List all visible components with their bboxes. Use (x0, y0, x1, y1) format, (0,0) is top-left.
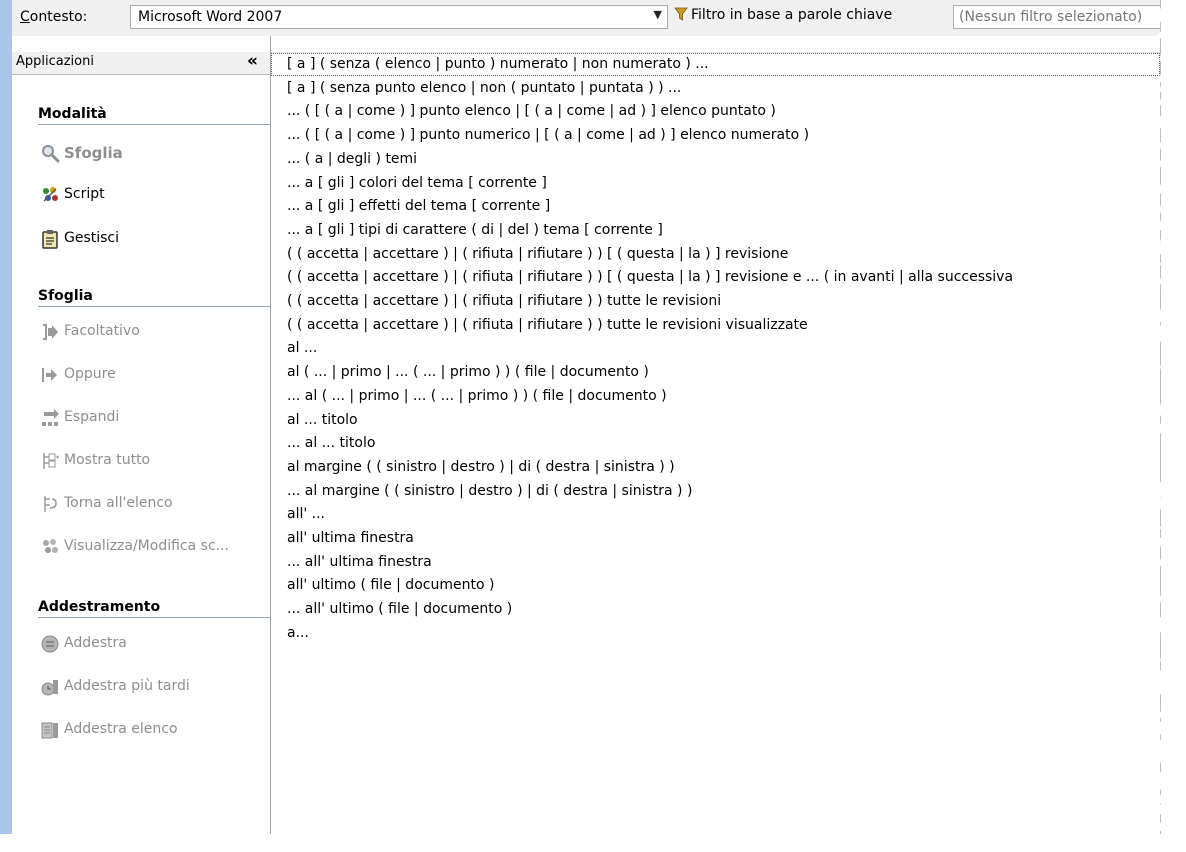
sidebar-item-label: Gestisci (64, 230, 120, 246)
command-list[interactable]: [ a ] ( senza ( elenco | punto ) numerat… (271, 36, 1160, 834)
optional-icon (43, 324, 58, 340)
sidebar-header: Applicazioni « (12, 51, 270, 75)
command-row[interactable]: al ... (271, 337, 1160, 360)
sidebar-item-label: Addestra elenco (64, 721, 178, 737)
sidebar-item-label: Oppure (64, 366, 116, 382)
filter-placeholder: (Nessun filtro selezionato) (959, 9, 1143, 25)
edit-script-icon (43, 539, 58, 553)
command-row[interactable]: ( ( accetta | accettare ) | ( rifiuta | … (271, 266, 1160, 289)
command-row[interactable]: all' ultimo ( file | documento ) (271, 574, 1160, 597)
context-label: Contesto: (20, 9, 88, 25)
sidebar-title: Applicazioni (16, 54, 94, 69)
command-row[interactable]: ... ( a | degli ) temi (271, 148, 1160, 171)
command-row[interactable]: al ... titolo (271, 409, 1160, 432)
context-dropdown[interactable]: Microsoft Word 2007 ▼ (130, 5, 668, 29)
sidebar-item-label: Script (64, 186, 105, 202)
command-row[interactable]: ... a [ gli ] effetti del tema [ corrent… (271, 195, 1160, 218)
command-row[interactable]: al margine ( ( sinistro | destro ) | di … (271, 456, 1160, 479)
show-all-icon (43, 453, 59, 469)
command-row[interactable]: ... al ( ... | primo | ... ( ... | primo… (271, 385, 1160, 408)
manage-icon (42, 230, 58, 249)
dropdown-arrow-icon[interactable]: ▼ (654, 8, 662, 21)
back-to-list-icon (44, 496, 57, 512)
train-later-icon (41, 680, 58, 696)
command-row[interactable]: a... (271, 622, 1160, 645)
command-row[interactable]: ... all' ultimo ( file | documento ) (271, 598, 1160, 621)
command-row[interactable]: ( ( accetta | accettare ) | ( rifiuta | … (271, 243, 1160, 266)
command-row[interactable]: [ a ] ( senza ( elenco | punto ) numerat… (271, 53, 1160, 76)
command-row[interactable]: all' ultima finestra (271, 527, 1160, 550)
magnifier-icon (42, 145, 60, 163)
command-row[interactable]: ... a [ gli ] colori del tema [ corrente… (271, 172, 1160, 195)
arrow-right-icon (42, 368, 57, 382)
command-row[interactable]: ... ( [ ( a | come ) ] punto elenco | [ … (271, 100, 1160, 123)
sidebar-item-label: Facoltativo (64, 323, 140, 339)
command-row[interactable]: ... al margine ( ( sinistro | destro ) |… (271, 480, 1160, 503)
context-value: Microsoft Word 2007 (138, 9, 283, 25)
sidebar-item-label: Visualizza/Modifica sc... (64, 538, 229, 554)
command-row[interactable]: [ a ] ( senza punto elenco | non ( punta… (271, 77, 1160, 100)
section-title-modalita: Modalità (38, 106, 270, 125)
sidebar: Applicazioni « Modalità Sfoglia Script G… (12, 36, 271, 834)
sidebar-item-label: Mostra tutto (64, 452, 151, 468)
keyword-filter-label: Filtro in base a parole chiave (691, 7, 893, 23)
command-row[interactable]: ... all' ultima finestra (271, 551, 1160, 574)
sidebar-item-label: Sfoglia (64, 144, 123, 162)
command-row[interactable]: all' ... (271, 503, 1160, 526)
train-icon (41, 635, 59, 653)
funnel-icon (674, 7, 688, 21)
filter-input[interactable]: (Nessun filtro selezionato) (953, 5, 1160, 29)
sidebar-item-label: Torna all'elenco (64, 495, 173, 511)
torn-edge-bottom (0, 830, 1186, 852)
section-title-addestramento: Addestramento (38, 599, 270, 618)
sidebar-item-label: Espandi (64, 409, 120, 425)
collapse-sidebar-button[interactable]: « (247, 51, 258, 71)
section-title-sfoglia: Sfoglia (38, 288, 270, 307)
command-row[interactable]: ... al ... titolo (271, 432, 1160, 455)
torn-edge-right (1156, 0, 1186, 852)
command-row[interactable]: ( ( accetta | accettare ) | ( rifiuta | … (271, 314, 1160, 337)
script-icon (43, 187, 58, 202)
expand-icon (42, 409, 59, 426)
speech-commands-window: Contesto: Microsoft Word 2007 ▼ Filtro i… (0, 0, 1161, 834)
command-row[interactable]: ( ( accetta | accettare ) | ( rifiuta | … (271, 290, 1160, 313)
sidebar-item-label: Addestra più tardi (64, 678, 190, 694)
command-row[interactable]: al ( ... | primo | ... ( ... | primo ) )… (271, 361, 1160, 384)
train-list-icon (41, 722, 58, 739)
sidebar-item-label: Addestra (64, 635, 127, 651)
command-row[interactable]: ... ( [ ( a | come ) ] punto numerico | … (271, 124, 1160, 147)
keyword-filter-button[interactable]: Filtro in base a parole chiave (674, 7, 892, 29)
toolbar: Contesto: Microsoft Word 2007 ▼ Filtro i… (12, 0, 1160, 37)
command-row[interactable]: ... a [ gli ] tipi di carattere ( di | d… (271, 219, 1160, 242)
